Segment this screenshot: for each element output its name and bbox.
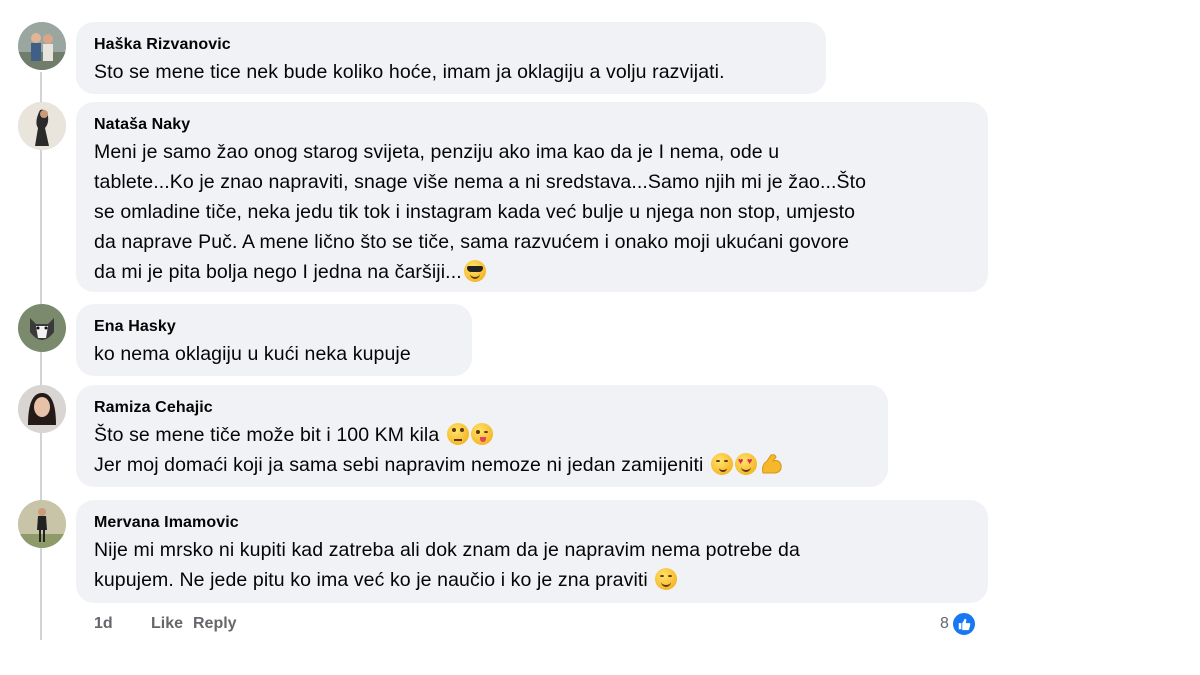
comment-line: da naprave Puč. A mene lično što se tiče… — [94, 231, 850, 253]
comment-text: Meni je samo žao onog starog svijeta, pe… — [94, 137, 972, 287]
comment-text: Sto se mene tice nek bude koliko hoće, i… — [94, 57, 810, 87]
comment-author[interactable]: Nataša Naky — [94, 115, 972, 135]
flexed-biceps-emoji — [761, 454, 782, 474]
person-photo-avatar[interactable] — [18, 102, 66, 150]
timestamp-link[interactable]: 1d — [94, 615, 151, 633]
comment-line: Nije mi mrsko ni kupiti kad zatreba ali … — [94, 539, 800, 561]
reaction-count: 8 — [940, 615, 949, 632]
winking-tongue-emoji — [470, 423, 493, 445]
comment-line: kupujem. Ne jede pitu ko ima već ko je n… — [94, 569, 648, 591]
comment-author[interactable]: Haška Rizvanovic — [94, 35, 810, 55]
rolling-eyes-emoji — [446, 423, 469, 445]
thread-line — [40, 72, 42, 640]
comment-line: se omladine tiče, neka jedu tik tok i in… — [94, 201, 856, 223]
comment-line: Što se mene tiče može bit i 100 KM kila — [94, 424, 440, 446]
comment-text: Što se mene tiče može bit i 100 KM kila … — [94, 420, 872, 480]
couple-photo-avatar[interactable] — [18, 22, 66, 70]
reactions-summary[interactable]: 8 — [940, 611, 977, 637]
heart-eyes-emoji: ♥ ♥ — [734, 453, 757, 475]
comment-line: Meni je samo žao onog starog svijeta, pe… — [94, 141, 780, 163]
like-button[interactable]: Like — [151, 615, 193, 633]
comment-actions: 1d Like Reply — [94, 612, 237, 636]
comment-text: Nije mi mrsko ni kupiti kad zatreba ali … — [94, 535, 972, 595]
comment-bubble: Nataša Naky Meni je samo žao onog starog… — [76, 102, 988, 292]
standing-person-avatar[interactable] — [18, 500, 66, 548]
comment-line: ko nema oklagiju u kući neka kupuje — [94, 343, 411, 365]
comment-text: ko nema oklagiju u kući neka kupuje — [94, 339, 456, 369]
comment-line: da mi je pita bolja nego I jedna na čarš… — [94, 261, 462, 283]
husky-photo-avatar[interactable] — [18, 304, 66, 352]
comment-bubble: Haška Rizvanovic Sto se mene tice nek bu… — [76, 22, 826, 94]
sunglasses-face-emoji — [463, 260, 486, 282]
smiling-face-emoji — [655, 568, 678, 590]
thumbs-up-icon — [950, 611, 977, 637]
smirk-emoji — [710, 453, 733, 475]
comment-author[interactable]: Mervana Imamovic — [94, 513, 972, 533]
reply-button[interactable]: Reply — [193, 615, 237, 633]
comment-line: tablete...Ko je znao napraviti, snage vi… — [94, 171, 867, 193]
woman-photo-avatar[interactable] — [18, 385, 66, 433]
comment-bubble: Ena Hasky ko nema oklagiju u kući neka k… — [76, 304, 472, 376]
comment-line: Sto se mene tice nek bude koliko hoće, i… — [94, 61, 725, 83]
comment-line: Jer moj domaći koji ja sama sebi napravi… — [94, 454, 704, 476]
comment-bubble: Ramiza Cehajic Što se mene tiče može bit… — [76, 385, 888, 487]
comment-bubble: Mervana Imamovic Nije mi mrsko ni kupiti… — [76, 500, 988, 603]
comment-author[interactable]: Ramiza Cehajic — [94, 398, 872, 418]
comment-author[interactable]: Ena Hasky — [94, 317, 456, 337]
